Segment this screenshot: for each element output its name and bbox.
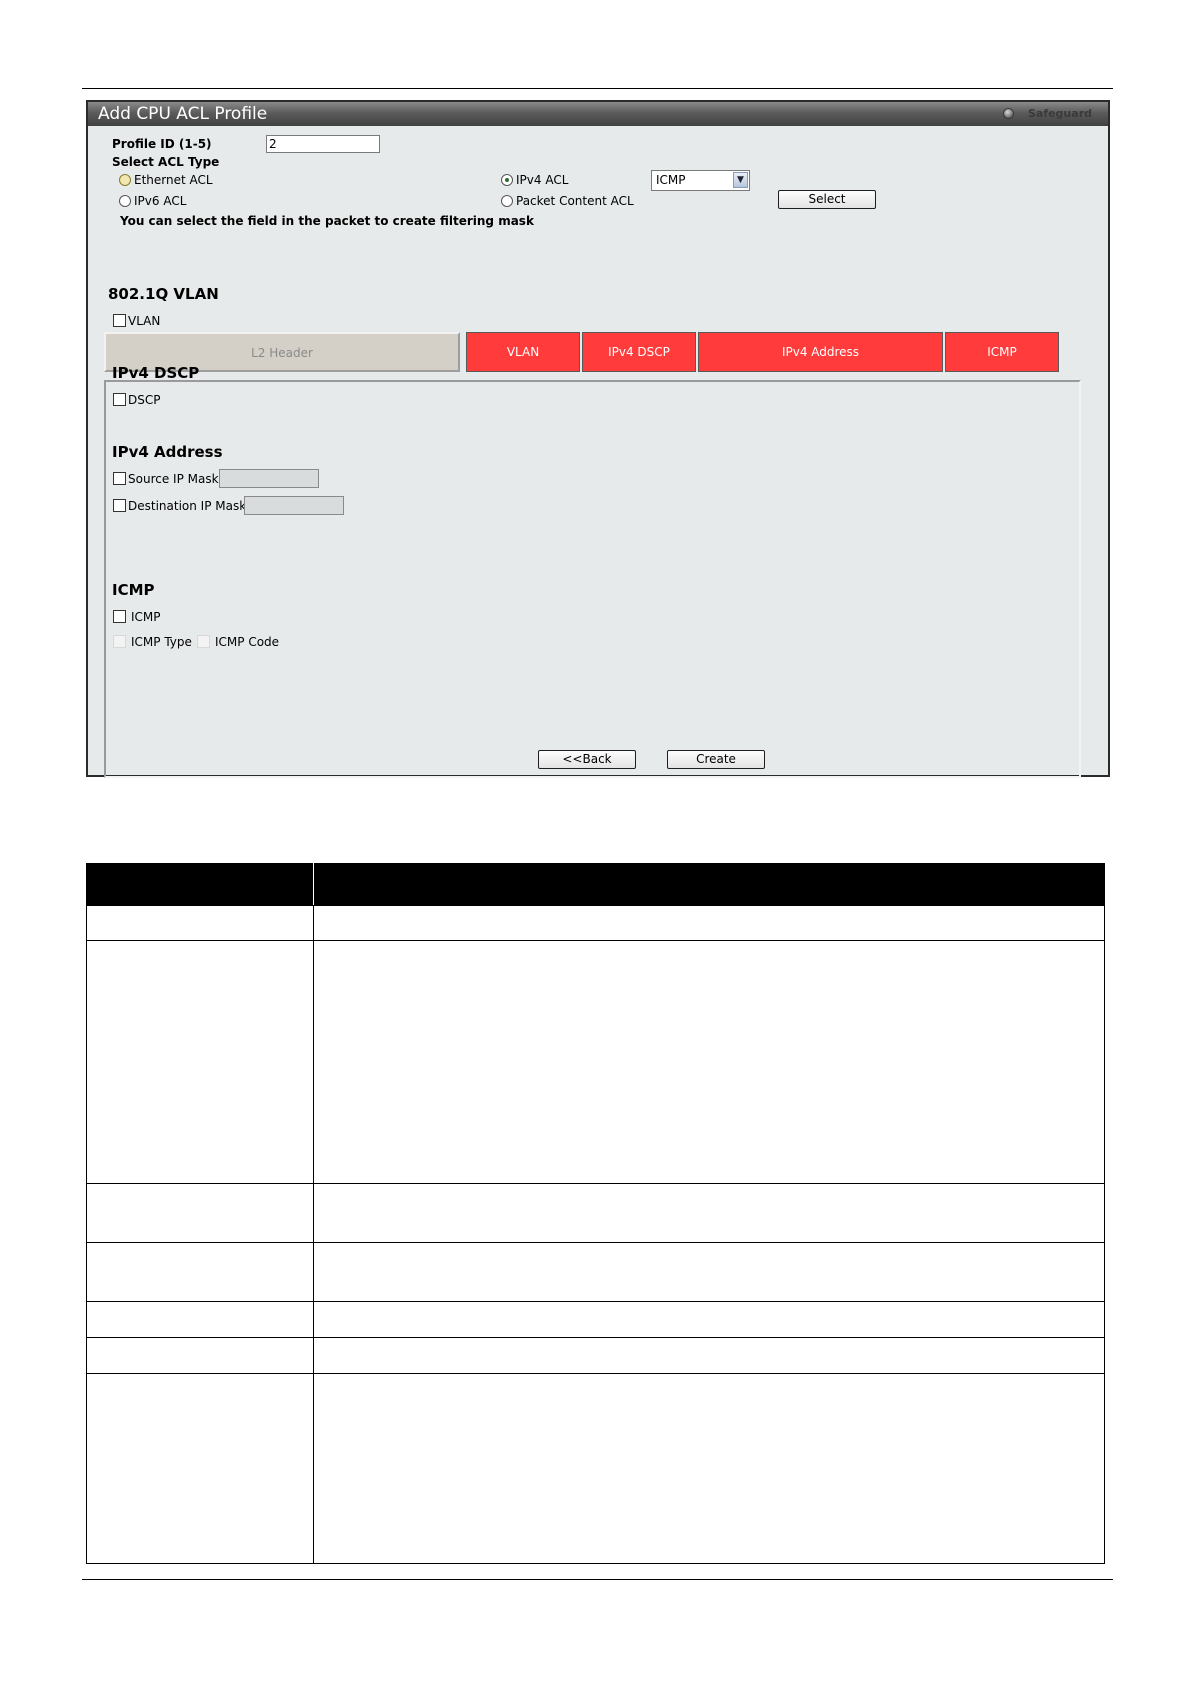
safeguard-status-icon [1003, 108, 1014, 119]
table-cell [86, 1301, 314, 1338]
filter-mask-hint: You can select the field in the packet t… [120, 214, 534, 228]
tab-ipv4-address[interactable]: IPv4 Address [698, 332, 943, 372]
ipv6-acl-label: IPv6 ACL [134, 194, 187, 208]
vlan-section-title: 802.1Q VLAN [108, 285, 219, 303]
destination-ip-mask-input[interactable] [244, 496, 344, 515]
vlan-checkbox[interactable] [113, 314, 126, 327]
table-cell [313, 1183, 1105, 1243]
table-cell [86, 905, 314, 941]
table-row [86, 1242, 1105, 1302]
dscp-checkbox-label: DSCP [128, 393, 161, 407]
table-cell [313, 1337, 1105, 1374]
back-button[interactable]: <<Back [538, 750, 636, 769]
icmp-type-label: ICMP Type [131, 635, 192, 649]
protocol-select-value: ICMP [656, 173, 686, 187]
ethernet-acl-label: Ethernet ACL [134, 173, 213, 187]
page-bottom-rule [82, 1579, 1113, 1580]
table-cell [86, 1242, 314, 1302]
table-row [86, 940, 1105, 1184]
tab-ipv4-dscp[interactable]: IPv4 DSCP [582, 332, 696, 372]
page-top-rule [82, 88, 1113, 89]
window-title: Add CPU ACL Profile [98, 104, 268, 124]
profile-id-input[interactable]: 2 [266, 135, 380, 153]
table-cell [86, 940, 314, 1184]
protocol-select[interactable]: ICMP ▼ [651, 170, 750, 191]
vlan-checkbox-label: VLAN [128, 314, 161, 328]
table-cell [86, 1337, 314, 1374]
destination-ip-mask-label: Destination IP Mask [128, 499, 247, 513]
ipv4-acl-label: IPv4 ACL [516, 173, 569, 187]
table-row [86, 1337, 1105, 1374]
icmp-code-checkbox[interactable] [197, 635, 210, 648]
table-header-cell [313, 863, 1105, 906]
ipv4-acl-radio[interactable] [501, 174, 513, 186]
tab-icmp[interactable]: ICMP [945, 332, 1059, 372]
mask-fields-box [104, 380, 1081, 778]
packet-content-acl-label: Packet Content ACL [516, 194, 634, 208]
icmp-type-checkbox[interactable] [113, 635, 126, 648]
icmp-checkbox[interactable] [113, 610, 126, 623]
source-ip-mask-input[interactable] [219, 469, 319, 488]
destination-ip-mask-checkbox[interactable] [113, 499, 126, 512]
create-button[interactable]: Create [667, 750, 765, 769]
window-titlebar: Add CPU ACL Profile Safeguard [88, 102, 1108, 126]
description-table [86, 863, 1105, 1564]
source-ip-mask-checkbox[interactable] [113, 472, 126, 485]
table-header-row [86, 863, 1105, 906]
table-header-cell [86, 863, 314, 906]
table-row [86, 1373, 1105, 1564]
table-cell [86, 1183, 314, 1243]
icmp-section-title: ICMP [112, 581, 155, 599]
packet-content-acl-radio[interactable] [501, 195, 513, 207]
table-cell [313, 905, 1105, 941]
chevron-down-icon[interactable]: ▼ [733, 172, 748, 188]
select-button[interactable]: Select [778, 190, 876, 209]
dscp-checkbox[interactable] [113, 393, 126, 406]
safeguard-label: Safeguard [1027, 107, 1092, 120]
table-cell [313, 1242, 1105, 1302]
table-cell [313, 1301, 1105, 1338]
table-row [86, 1301, 1105, 1338]
table-row [86, 1183, 1105, 1243]
add-cpu-acl-profile-window: Add CPU ACL Profile Safeguard Profile ID… [86, 100, 1110, 778]
table-cell [313, 940, 1105, 1184]
tab-vlan[interactable]: VLAN [466, 332, 580, 372]
icmp-checkbox-label: ICMP [131, 610, 161, 624]
table-cell [86, 1373, 314, 1564]
dscp-section-title: IPv4 DSCP [112, 364, 200, 382]
table-cell [313, 1373, 1105, 1564]
address-section-title: IPv4 Address [112, 443, 223, 461]
source-ip-mask-label: Source IP Mask [128, 472, 219, 486]
ipv6-acl-radio[interactable] [119, 195, 131, 207]
profile-id-label: Profile ID (1-5) [112, 137, 212, 151]
select-acl-type-label: Select ACL Type [112, 155, 220, 169]
table-row [86, 905, 1105, 941]
ethernet-acl-radio[interactable] [119, 174, 131, 186]
icmp-code-label: ICMP Code [215, 635, 280, 649]
